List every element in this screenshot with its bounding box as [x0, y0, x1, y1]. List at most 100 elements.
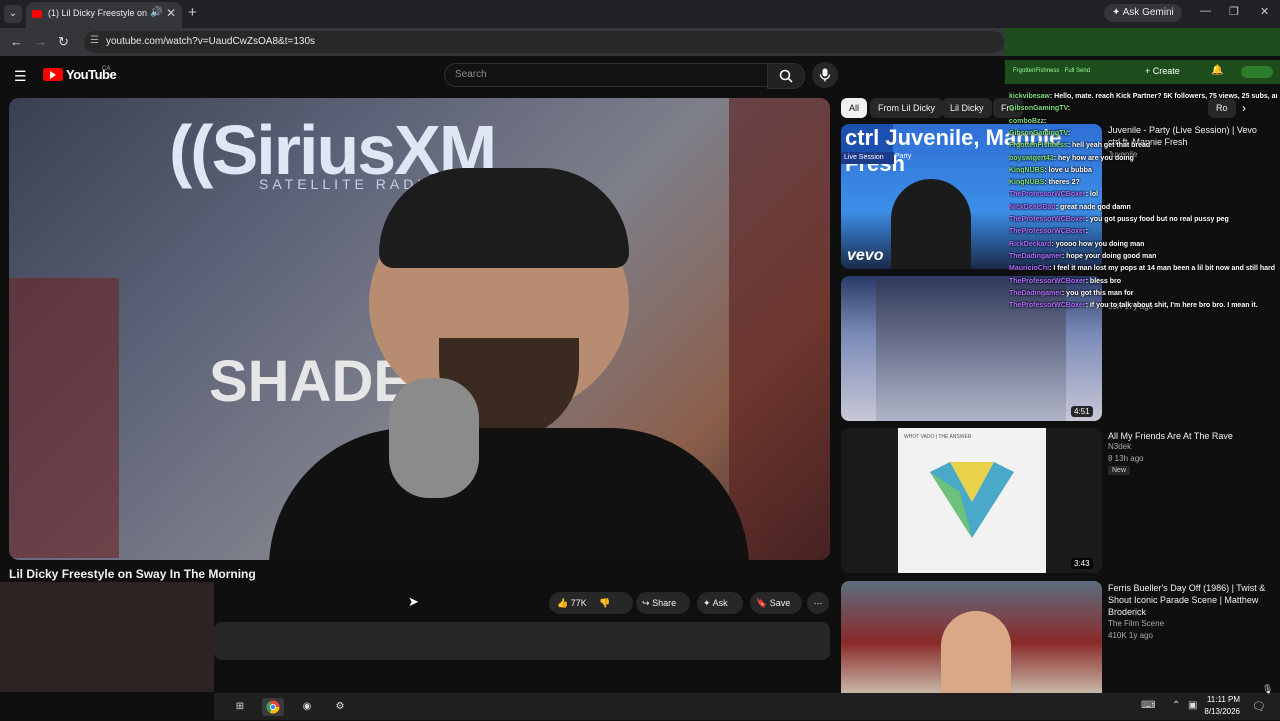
minimize-icon[interactable]: —	[1200, 5, 1211, 17]
chip-all[interactable]: All	[841, 98, 868, 118]
album-text: WHOT VADO | THE ANSWER	[904, 434, 972, 440]
description-box[interactable]	[214, 622, 830, 660]
app-taskbar-icon[interactable]: ⚙	[329, 698, 351, 716]
chip-lil-dicky[interactable]: Lil Dicky	[942, 98, 992, 118]
video-player[interactable]: ((SiriusXM SATELLITE RADIO SHADE	[9, 98, 830, 560]
clock-date[interactable]: 8/13/2026	[1202, 707, 1240, 716]
sparkle-icon: ✦	[1112, 7, 1121, 18]
site-info-icon[interactable]: ☰	[90, 35, 99, 46]
like-button[interactable]: 👍 77K	[549, 598, 587, 608]
ask-button[interactable]: ✦ Ask	[697, 592, 743, 614]
plus-icon: +	[1145, 66, 1151, 76]
chat-username[interactable]: TheProfessorWCBoxer	[1009, 278, 1086, 285]
chat-username[interactable]: TheProfessorWCBoxer	[1009, 302, 1086, 309]
mouse-cursor-icon: ➤	[408, 594, 419, 609]
chat-text: :	[1044, 117, 1047, 125]
chat-username[interactable]: TheDadingamer	[1009, 253, 1062, 260]
chat-message: KingNUBS: theres 2?	[1009, 178, 1277, 187]
chat-username[interactable]: TheProfessorWCBoxer	[1009, 191, 1086, 198]
chat-username[interactable]: boyswigert43	[1009, 155, 1054, 162]
restore-icon[interactable]: ❐	[1229, 5, 1239, 18]
tab-search-button[interactable]: ⌄	[4, 5, 22, 23]
chat-text: : bless bro	[1085, 277, 1122, 285]
sparkle-icon: ✦	[703, 598, 711, 608]
chevron-up-icon[interactable]: ⌃	[1172, 700, 1180, 711]
close-tab-icon[interactable]: ✕	[166, 6, 176, 20]
create-label: Create	[1152, 66, 1180, 76]
url-text[interactable]: youtube.com/watch?v=UaudCwZsOA8&t=130s	[106, 36, 315, 47]
recommendation-channel[interactable]: The Film Scene	[1108, 619, 1164, 628]
chat-username[interactable]: TheProfessorWCBoxer	[1009, 228, 1086, 235]
chat-username[interactable]: RickDeckard	[1009, 241, 1051, 248]
reload-icon[interactable]: ↻	[58, 34, 69, 50]
thumbs-down-icon: 👎	[599, 598, 611, 608]
search-button[interactable]	[767, 63, 805, 89]
chat-username[interactable]: KingNUBS	[1009, 179, 1044, 186]
chat-message: kickvibesaw: Hello, mate. reach Kick Par…	[1009, 92, 1277, 101]
backdrop-shade-logo: SHADE	[209, 349, 413, 414]
video-title: Lil Dicky Freestyle on Sway In The Morni…	[9, 567, 256, 581]
video-duration: 4:51	[1071, 406, 1093, 417]
avatar[interactable]	[1241, 66, 1273, 78]
more-actions-icon[interactable]: ⋯	[807, 592, 829, 614]
browser-tab-active[interactable]: (1) Lil Dicky Freestyle on Sw 🔊 ✕	[26, 2, 182, 28]
chat-username[interactable]: NickDealsBad	[1009, 204, 1056, 211]
network-icon[interactable]: ▣	[1188, 700, 1197, 711]
extensions-area[interactable]	[1005, 28, 1280, 56]
obs-taskbar-icon[interactable]: ◉	[296, 698, 318, 716]
chat-username[interactable]: TheProfessorWCBoxer	[1009, 216, 1086, 223]
chat-message: comboBzz:	[1009, 117, 1277, 126]
windows-taskbar	[214, 693, 1280, 720]
chat-username[interactable]: GibsonGamingTV	[1009, 130, 1068, 137]
chat-text: : hell yeah get that bread	[1067, 142, 1151, 150]
chat-username[interactable]: GibsonGamingTV	[1009, 105, 1068, 112]
chat-username[interactable]: MauricioChi	[1009, 265, 1049, 272]
close-window-icon[interactable]: ✕	[1260, 5, 1269, 18]
ask-gemini-button[interactable]: ✦ Ask Gemini	[1104, 4, 1182, 22]
clock-time[interactable]: 11:11 PM	[1202, 695, 1240, 704]
notification-center-icon[interactable]: 🗨	[1252, 700, 1266, 713]
hamburger-menu-icon[interactable]: ☰	[14, 68, 27, 85]
chat-username[interactable]: kickvibesaw	[1009, 93, 1050, 100]
recommendation-thumbnail[interactable]	[841, 581, 1102, 693]
webcam-overlay	[0, 582, 214, 692]
chat-text: :	[1085, 228, 1088, 236]
recommendation-channel[interactable]: N3dek	[1108, 442, 1131, 451]
forward-icon[interactable]: →	[34, 34, 47, 49]
like-count: 77K	[570, 598, 587, 608]
search-input[interactable]: Search	[444, 63, 768, 87]
voice-search-button[interactable]	[812, 62, 838, 88]
url-bar[interactable]: ☰ youtube.com/watch?v=UaudCwZsOA8&t=130s	[84, 31, 1004, 53]
keyboard-icon[interactable]: ⌨	[1141, 700, 1155, 711]
create-button[interactable]: + Create	[1145, 66, 1180, 76]
recommendation-thumbnail[interactable]: WHOT VADO | THE ANSWER 3:43	[841, 428, 1102, 573]
person-body	[269, 428, 749, 560]
share-button[interactable]: ↪ Share	[636, 592, 690, 614]
crystal-logo-icon	[930, 462, 1014, 538]
youtube-favicon-icon	[32, 10, 42, 18]
task-view-icon[interactable]: ⊞	[229, 698, 251, 716]
new-tab-icon[interactable]: +	[188, 4, 197, 21]
save-label: Save	[769, 598, 791, 608]
chat-text: : hey how are you doing	[1053, 154, 1134, 162]
bookmark-icon: 🔖	[756, 598, 768, 608]
speaker-icon[interactable]: 🔊	[150, 7, 162, 18]
studio-microphone	[389, 378, 479, 498]
save-button[interactable]: 🔖 Save	[750, 592, 802, 614]
chat-username[interactable]: comboBzz	[1009, 118, 1044, 125]
dislike-button[interactable]: 👎	[589, 598, 610, 608]
notifications-bell-icon[interactable]: 🔔	[1211, 65, 1223, 76]
chat-username[interactable]: FrgottenFishness	[1009, 142, 1068, 149]
chat-username[interactable]: TheDadingamer	[1009, 290, 1062, 297]
vevo-logo: vevo	[847, 247, 884, 264]
share-label: Share	[652, 598, 677, 608]
search-icon	[779, 69, 793, 83]
chat-message: RickDeckard: yoooo how you doing man	[1009, 240, 1277, 249]
chip-from-lil-dicky[interactable]: From Lil Dicky	[870, 98, 944, 118]
back-icon[interactable]: ←	[10, 34, 23, 49]
chat-username[interactable]: KingNUBS	[1009, 167, 1044, 174]
recommendation-title[interactable]: Ferris Bueller's Day Off (1986) | Twist …	[1108, 582, 1268, 618]
chat-text: : great nade god damn	[1055, 203, 1131, 211]
recommendation-title[interactable]: All My Friends Are At The Rave	[1108, 430, 1268, 442]
chrome-taskbar-icon[interactable]	[262, 698, 284, 716]
